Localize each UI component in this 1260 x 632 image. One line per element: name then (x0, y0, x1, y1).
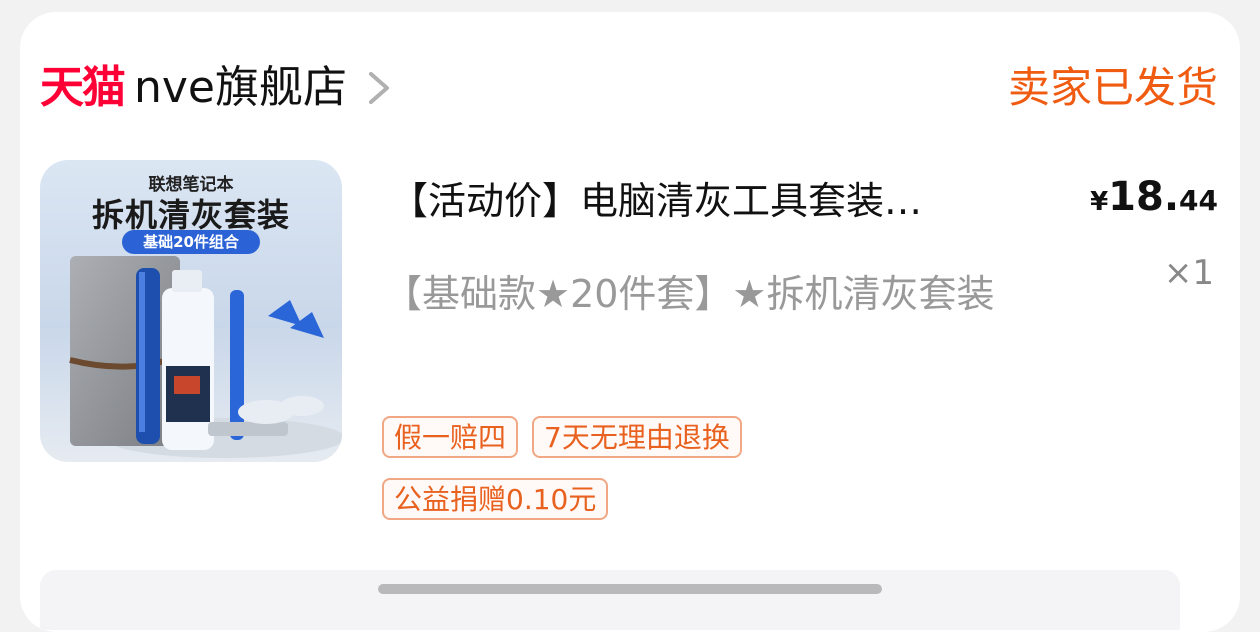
tag-charity: 公益捐赠0.10元 (382, 478, 609, 520)
product-price: ¥18.44 (1090, 170, 1218, 232)
horizontal-scrollbar[interactable] (378, 584, 882, 594)
bottom-strip (40, 570, 1180, 630)
product-quantity: ×1 (1163, 253, 1214, 293)
price-integer: 18. (1108, 174, 1180, 220)
price-decimal: 44 (1179, 184, 1218, 217)
service-tags: 假一赔四 7天无理由退换 公益捐赠0.10元 (382, 416, 1082, 540)
tmall-logo: 天猫 (40, 62, 126, 113)
order-status: 卖家已发货 (1007, 63, 1218, 112)
store-name[interactable]: nve旗舰店 (134, 66, 347, 110)
product-title[interactable]: 【活动价】电脑清灰工具套装… (390, 176, 1050, 226)
price-currency: ¥ (1090, 187, 1109, 217)
chevron-right-icon[interactable] (361, 68, 397, 108)
image-pill-text: 基础20件组合 (122, 230, 260, 254)
product-image[interactable]: 联想笔记本 拆机清灰套装 基础20件组合 (40, 160, 342, 462)
product-variant: 【基础款★20件套】★拆机清灰套装 (384, 272, 995, 316)
tag-7day-return: 7天无理由退换 (532, 416, 742, 458)
store-header[interactable]: 天猫 nve旗舰店 (40, 52, 397, 124)
tag-fake-compensation: 假一赔四 (382, 416, 519, 458)
